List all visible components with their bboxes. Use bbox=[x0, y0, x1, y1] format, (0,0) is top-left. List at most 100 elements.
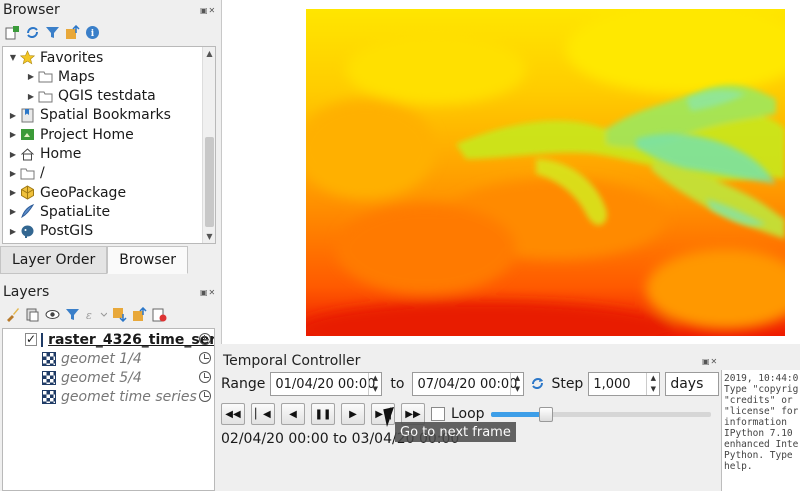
raster-layer-icon bbox=[41, 332, 44, 347]
add-layer-icon[interactable] bbox=[4, 24, 21, 41]
tree-item-label: Spatial Bookmarks bbox=[40, 107, 171, 124]
layers-list[interactable]: ✓ raster_4326_time_seriesgeomet 1/4 geomet… bbox=[2, 328, 215, 491]
tree-item-label: / bbox=[40, 165, 45, 182]
slider-handle[interactable] bbox=[538, 407, 553, 422]
postgis-icon bbox=[19, 223, 36, 239]
refresh-icon[interactable] bbox=[24, 24, 41, 41]
remove-layer-icon[interactable] bbox=[151, 306, 168, 323]
timeline-slider[interactable] bbox=[490, 404, 711, 424]
dock-buttons[interactable]: ▣✕ bbox=[200, 6, 216, 15]
browser-scrollbar[interactable]: ▲ ▼ bbox=[202, 47, 215, 243]
raster-layer-icon bbox=[42, 370, 56, 385]
console-line: help. bbox=[724, 461, 753, 472]
step-value: 1,000 bbox=[593, 376, 631, 392]
tree-item[interactable]: ▶ Project Home bbox=[7, 125, 134, 144]
layer-item[interactable]: geomet 1/4 bbox=[3, 349, 214, 368]
expand-arrow-icon[interactable]: ▶ bbox=[7, 150, 19, 159]
tree-item[interactable]: ▼ Favorites bbox=[7, 48, 103, 67]
tree-item[interactable]: ▶ SpatiaLite bbox=[7, 202, 110, 221]
range-end-input[interactable]: 07/04/20 00:00 ▲ ▼ bbox=[412, 372, 525, 396]
tree-item-label: PostGIS bbox=[40, 223, 94, 240]
spin-arrows[interactable]: ▲ ▼ bbox=[368, 373, 381, 395]
tab-browser[interactable]: Browser bbox=[107, 246, 189, 274]
slider-fill bbox=[490, 412, 546, 417]
folder-icon bbox=[19, 165, 36, 181]
play-forward-button[interactable]: ▶ bbox=[341, 403, 365, 425]
spin-arrows[interactable]: ▲ ▼ bbox=[646, 373, 659, 395]
layer-item[interactable]: geomet 5/4 bbox=[3, 368, 214, 387]
spin-arrows[interactable]: ▲ ▼ bbox=[510, 373, 523, 395]
range-end-value: 07/04/20 00:00 bbox=[417, 376, 518, 392]
collapse-arrow-icon[interactable]: ▼ bbox=[7, 53, 19, 62]
scroll-up-icon[interactable]: ▲ bbox=[203, 49, 215, 58]
expand-arrow-icon[interactable]: ▶ bbox=[25, 92, 37, 101]
scroll-down-icon[interactable]: ▼ bbox=[203, 232, 215, 241]
temporal-controller-panel: Temporal Controller ▣✕ Range 01/04/20 00… bbox=[216, 348, 721, 491]
tree-item[interactable]: ▶ / bbox=[7, 164, 45, 183]
map-canvas[interactable] bbox=[221, 0, 800, 344]
layer-item[interactable]: ✓ raster_4326_time_series bbox=[3, 330, 215, 349]
filter-icon[interactable] bbox=[44, 24, 61, 41]
raster-layer-icon bbox=[42, 351, 56, 366]
tab-layer-order[interactable]: Layer Order bbox=[0, 246, 108, 274]
range-start-input[interactable]: 01/04/20 00:00 ▲ ▼ bbox=[270, 372, 383, 396]
tree-item[interactable]: ▶ QGIS testdata bbox=[25, 87, 156, 106]
bookmark-icon bbox=[19, 107, 36, 123]
expand-arrow-icon[interactable]: ▶ bbox=[7, 188, 19, 197]
expand-arrow-icon[interactable]: ▶ bbox=[25, 72, 37, 81]
dock-buttons[interactable]: ▣✕ bbox=[200, 288, 216, 297]
layer-name: raster_4326_time_series bbox=[48, 331, 215, 348]
dock-buttons[interactable]: ▣✕ bbox=[702, 357, 718, 366]
range-start-value: 01/04/20 00:00 bbox=[275, 376, 376, 392]
panel-tabs: Layer Order Browser bbox=[0, 246, 189, 276]
layer-visibility-checkbox[interactable]: ✓ bbox=[25, 333, 38, 346]
temporal-clock-icon bbox=[199, 333, 211, 345]
browser-tree[interactable]: ▼ Favorites ▶ Maps ▶ QGIS testdata ▶ Spatial Bo… bbox=[2, 46, 216, 244]
spatialite-icon bbox=[19, 204, 36, 220]
scroll-thumb[interactable] bbox=[205, 137, 214, 227]
expand-arrow-icon[interactable]: ▶ bbox=[7, 207, 19, 216]
tree-item-label: Project Home bbox=[40, 126, 134, 143]
python-console[interactable]: 2019, 10:44:0 Type "copyrig "credits" or "l… bbox=[721, 370, 800, 491]
skip-to-start-button[interactable]: ▏◀ bbox=[251, 403, 275, 425]
expand-arrow-icon[interactable]: ▶ bbox=[7, 111, 19, 120]
tree-item[interactable]: ▶ Maps bbox=[25, 67, 95, 86]
step-unit-select[interactable]: days bbox=[665, 372, 720, 396]
loop-label: Loop bbox=[451, 406, 485, 422]
tree-item-label: Maps bbox=[58, 68, 95, 85]
step-input[interactable]: 1,000 ▲ ▼ bbox=[588, 372, 661, 396]
pause-button[interactable]: ❚❚ bbox=[311, 403, 335, 425]
eye-icon[interactable] bbox=[44, 306, 61, 323]
expand-arrow-icon[interactable]: ▶ bbox=[7, 227, 19, 236]
svg-text:i: i bbox=[91, 29, 95, 39]
info-icon[interactable]: i bbox=[84, 24, 101, 41]
layer-item[interactable]: geomet time series bbox=[3, 387, 214, 406]
console-line: Type "copyrig bbox=[724, 384, 799, 395]
refresh-icon[interactable] bbox=[529, 376, 546, 393]
tree-item[interactable]: ▶ Home bbox=[7, 145, 81, 164]
layer-name: geomet 1/4 bbox=[61, 350, 142, 367]
expand-all-icon[interactable] bbox=[111, 306, 128, 323]
expression-filter-icon[interactable]: ε bbox=[84, 306, 108, 323]
tree-item[interactable]: ▶ GeoPackage bbox=[7, 183, 126, 202]
svg-text:ε: ε bbox=[86, 309, 92, 322]
collapse-all-icon[interactable] bbox=[64, 24, 81, 41]
console-line: 2019, 10:44:0 bbox=[724, 373, 799, 384]
filter-icon[interactable] bbox=[64, 306, 81, 323]
expand-arrow-icon[interactable]: ▶ bbox=[7, 130, 19, 139]
add-group-icon[interactable] bbox=[24, 306, 41, 323]
play-backward-button[interactable]: ◀ bbox=[281, 403, 305, 425]
tree-item-label: SpatiaLite bbox=[40, 203, 111, 220]
tree-item[interactable]: ▶ PostGIS bbox=[7, 222, 93, 241]
rewind-button[interactable]: ◀◀ bbox=[221, 403, 245, 425]
console-line: "license" for bbox=[724, 406, 799, 417]
collapse-all-icon[interactable] bbox=[131, 306, 148, 323]
console-line: IPython 7.10 bbox=[724, 428, 793, 439]
loop-checkbox[interactable] bbox=[431, 407, 445, 421]
tree-item[interactable]: ▶ Spatial Bookmarks bbox=[7, 106, 171, 125]
style-panel-icon[interactable] bbox=[4, 306, 21, 323]
range-label: Range bbox=[221, 376, 266, 392]
expand-arrow-icon[interactable]: ▶ bbox=[7, 169, 19, 178]
home-icon bbox=[19, 146, 36, 162]
temporal-clock-icon bbox=[199, 371, 211, 383]
